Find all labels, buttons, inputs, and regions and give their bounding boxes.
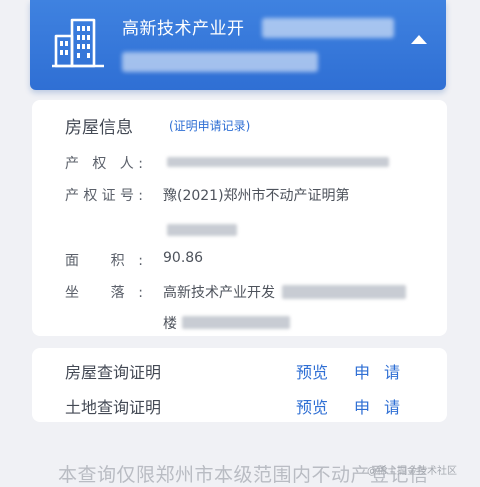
redacted-cert-number — [167, 224, 237, 236]
redacted-subtitle — [122, 52, 318, 72]
field-label: 产权证号: — [65, 188, 143, 204]
redacted-location-line2 — [182, 316, 290, 329]
building-icon — [52, 18, 104, 68]
apply-land-button[interactable]: 申请 — [354, 394, 414, 418]
preview-house-button[interactable]: 预览 — [296, 359, 328, 383]
redacted-owner — [167, 157, 389, 167]
redacted-location — [282, 285, 406, 299]
section-title: 房屋信息 — [65, 118, 133, 138]
certificate-record-link[interactable]: (证明申请记录) — [169, 117, 250, 134]
house-info-card: 房屋信息 (证明申请记录) 产 权 人: 产权证号: 豫(2021)郑州市不动产… — [32, 100, 447, 336]
caret-up-icon — [411, 35, 427, 44]
certificate-card: 房屋查询证明 预览 申请 土地查询证明 预览 申请 — [32, 348, 447, 422]
field-value: 豫(2021)郑州市不动产证明第 — [163, 188, 350, 204]
field-label: 产 权 人: — [65, 156, 143, 172]
preview-land-button[interactable]: 预览 — [296, 394, 328, 418]
cert-label: 土地查询证明 — [65, 398, 162, 417]
cert-row-land: 土地查询证明 预览 申请 — [65, 392, 417, 418]
header-title: 高新技术产业开 — [122, 19, 245, 39]
field-value: 楼 — [163, 316, 177, 332]
field-value: 高新技术产业开发 — [163, 285, 275, 301]
cert-row-house: 房屋查询证明 预览 申请 — [65, 357, 417, 383]
field-label: 面 积: — [65, 253, 143, 269]
field-label: 坐 落: — [65, 285, 143, 301]
header-banner: 高新技术产业开 — [30, 0, 446, 90]
field-value: 90.86 — [163, 250, 204, 266]
collapse-toggle[interactable] — [404, 24, 434, 54]
redacted-title — [262, 18, 394, 38]
cert-label: 房屋查询证明 — [65, 363, 162, 382]
apply-house-button[interactable]: 申请 — [354, 359, 414, 383]
watermark-text: @稀土掘金技术社区 — [367, 466, 457, 477]
